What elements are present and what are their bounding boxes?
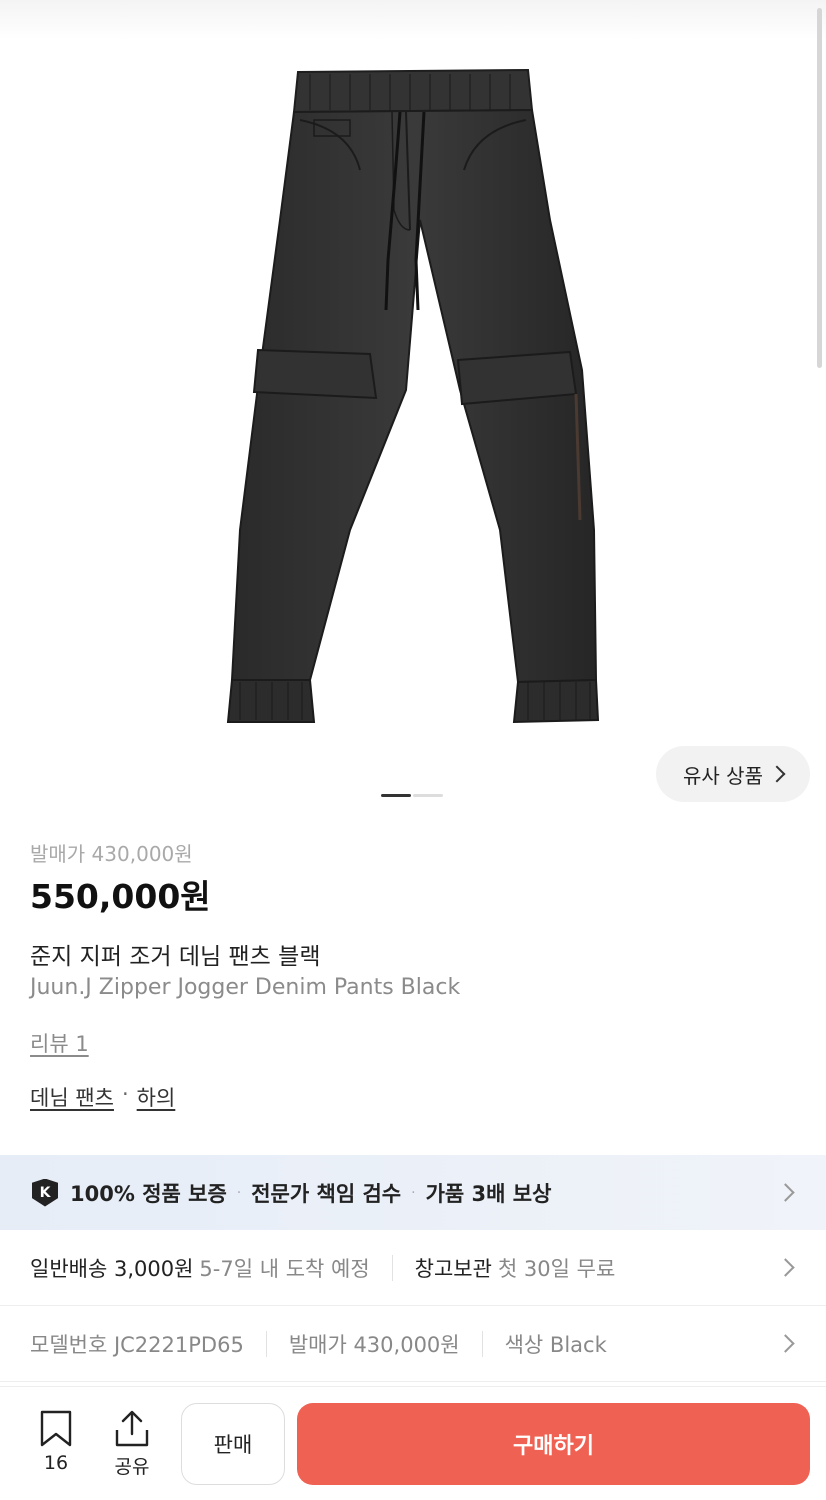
release-price: 발매가 430,000원 — [30, 842, 193, 866]
pants-illustration — [226, 68, 600, 724]
bookmark-button[interactable]: 16 — [38, 1410, 74, 1474]
product-name-english: Juun.J Zipper Jogger Denim Pants Black — [30, 975, 461, 1000]
normal-shipping-label: 일반배송 3,000원 — [30, 1256, 194, 1281]
indicator-dot — [413, 794, 443, 797]
chevron-right-icon — [776, 1258, 795, 1277]
scrollbar[interactable] — [817, 8, 822, 368]
guarantee-item-authentic: 100% 정품 보증 — [70, 1181, 227, 1206]
share-icon — [115, 1410, 149, 1447]
indicator-dot-active — [381, 794, 411, 797]
guarantee-separator: · — [411, 1184, 416, 1201]
current-price: 550,000원 — [30, 877, 211, 916]
chevron-right-icon — [776, 1183, 795, 1202]
warehouse-storage-label: 창고보관 — [414, 1256, 492, 1281]
warehouse-storage-detail: 첫 30일 무료 — [497, 1256, 616, 1281]
chevron-right-icon — [776, 1334, 795, 1353]
shipping-info-row[interactable]: 일반배송 3,000원 5-7일 내 도착 예정 창고보관 첫 30일 무료 — [0, 1230, 826, 1306]
model-number: 모델번호 JC2221PD65 — [30, 1332, 244, 1357]
category-breadcrumb: 데님 팬츠 · 하의 — [30, 1082, 175, 1112]
divider — [265, 1330, 267, 1357]
divider — [391, 1254, 393, 1281]
spec-color: 색상 Black — [504, 1332, 607, 1357]
similar-products-label: 유사 상품 — [683, 763, 763, 788]
kream-shield-icon: K — [32, 1178, 58, 1207]
bookmark-icon — [40, 1410, 72, 1447]
chevron-right-icon — [768, 765, 786, 783]
sell-button[interactable]: 판매 — [181, 1403, 285, 1485]
image-page-indicator — [381, 794, 443, 797]
category-link-bottoms[interactable]: 하의 — [137, 1082, 176, 1112]
product-specs-row[interactable]: 모델번호 JC2221PD65 발매가 430,000원 색상 Black — [0, 1306, 826, 1382]
spec-release-price: 발매가 430,000원 — [288, 1332, 460, 1357]
buy-button[interactable]: 구매하기 — [297, 1403, 810, 1485]
category-link-denim-pants[interactable]: 데님 팬츠 — [30, 1082, 114, 1112]
review-link[interactable]: 리뷰 1 — [30, 1028, 89, 1058]
top-fade — [0, 0, 826, 40]
authenticity-guarantee-banner[interactable]: K 100% 정품 보증 · 전문가 책임 검수 · 가품 3배 보상 — [0, 1155, 826, 1230]
product-image[interactable] — [210, 60, 616, 740]
guarantee-item-compensation: 가품 3배 보상 — [425, 1181, 552, 1206]
similar-products-button[interactable]: 유사 상품 — [656, 746, 810, 802]
product-name-korean: 준지 지퍼 조거 데님 팬츠 블랙 — [30, 944, 321, 970]
bookmark-count: 16 — [43, 1452, 69, 1474]
category-separator: · — [121, 1082, 129, 1106]
share-label: 공유 — [114, 1456, 150, 1478]
guarantee-item-inspection: 전문가 책임 검수 — [251, 1181, 402, 1206]
divider — [481, 1330, 483, 1357]
normal-shipping-detail: 5-7일 내 도착 예정 — [199, 1256, 370, 1281]
guarantee-separator: · — [236, 1184, 242, 1201]
share-button[interactable]: 공유 — [110, 1410, 154, 1479]
